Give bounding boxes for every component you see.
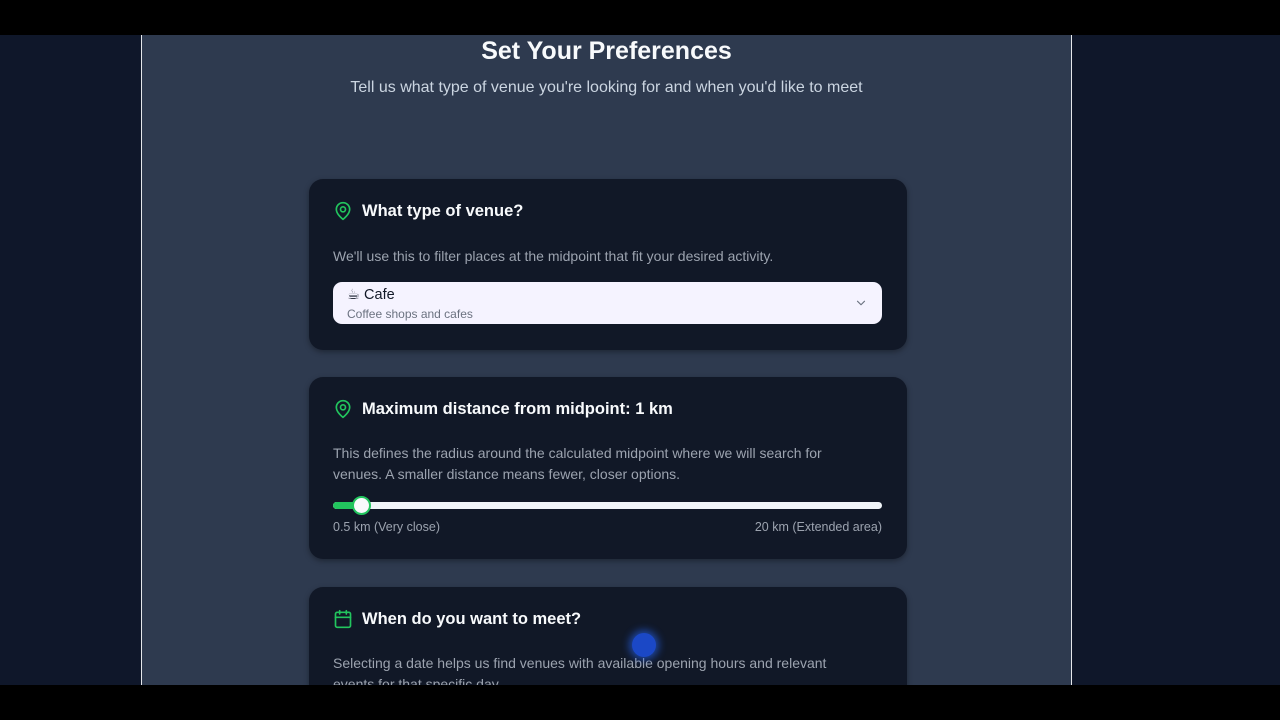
venue-select-subtext: Coffee shops and cafes	[347, 307, 473, 321]
venue-select-label: Cafe	[364, 287, 395, 303]
app-viewport: Set Your Preferences Tell us what type o…	[0, 35, 1280, 685]
chevron-down-icon	[854, 296, 868, 315]
letterbox-bottom	[0, 685, 1280, 720]
date-card-title: When do you want to meet?	[362, 609, 582, 628]
preferences-panel: Set Your Preferences Tell us what type o…	[141, 35, 1072, 685]
distance-slider[interactable]	[333, 496, 882, 515]
distance-card: Maximum distance from midpoint: 1 km Thi…	[309, 377, 907, 559]
date-card: When do you want to meet? Selecting a da…	[309, 587, 907, 685]
date-card-header: When do you want to meet?	[333, 609, 581, 629]
pointer-indicator	[632, 633, 656, 657]
venue-type-select[interactable]: ☕ Cafe Coffee shops and cafes	[333, 282, 882, 324]
letterbox-top	[0, 0, 1280, 35]
map-pin-icon	[333, 399, 353, 419]
distance-max-label: 20 km (Extended area)	[754, 520, 882, 534]
venue-select-value: ☕ Cafe	[347, 287, 395, 303]
coffee-icon: ☕	[347, 287, 360, 303]
venue-card-title: What type of venue?	[362, 201, 524, 220]
venue-type-card: What type of venue? We'll use this to fi…	[309, 179, 907, 350]
venue-card-description: We'll use this to filter places at the m…	[333, 248, 774, 264]
date-card-description: Selecting a date helps us find venues wi…	[333, 655, 827, 685]
distance-card-title: Maximum distance from midpoint: 1 km	[362, 399, 673, 418]
page-title: Set Your Preferences	[481, 37, 732, 65]
calendar-icon	[333, 609, 353, 629]
page-subtitle: Tell us what type of venue you're lookin…	[350, 79, 863, 96]
distance-slider-thumb[interactable]	[352, 496, 372, 515]
distance-min-label: 0.5 km (Very close)	[333, 520, 440, 534]
map-pin-icon	[333, 201, 353, 221]
venue-card-header: What type of venue?	[333, 201, 523, 221]
distance-card-description: This defines the radius around the calcu…	[333, 445, 822, 482]
distance-card-header: Maximum distance from midpoint: 1 km	[333, 399, 673, 419]
